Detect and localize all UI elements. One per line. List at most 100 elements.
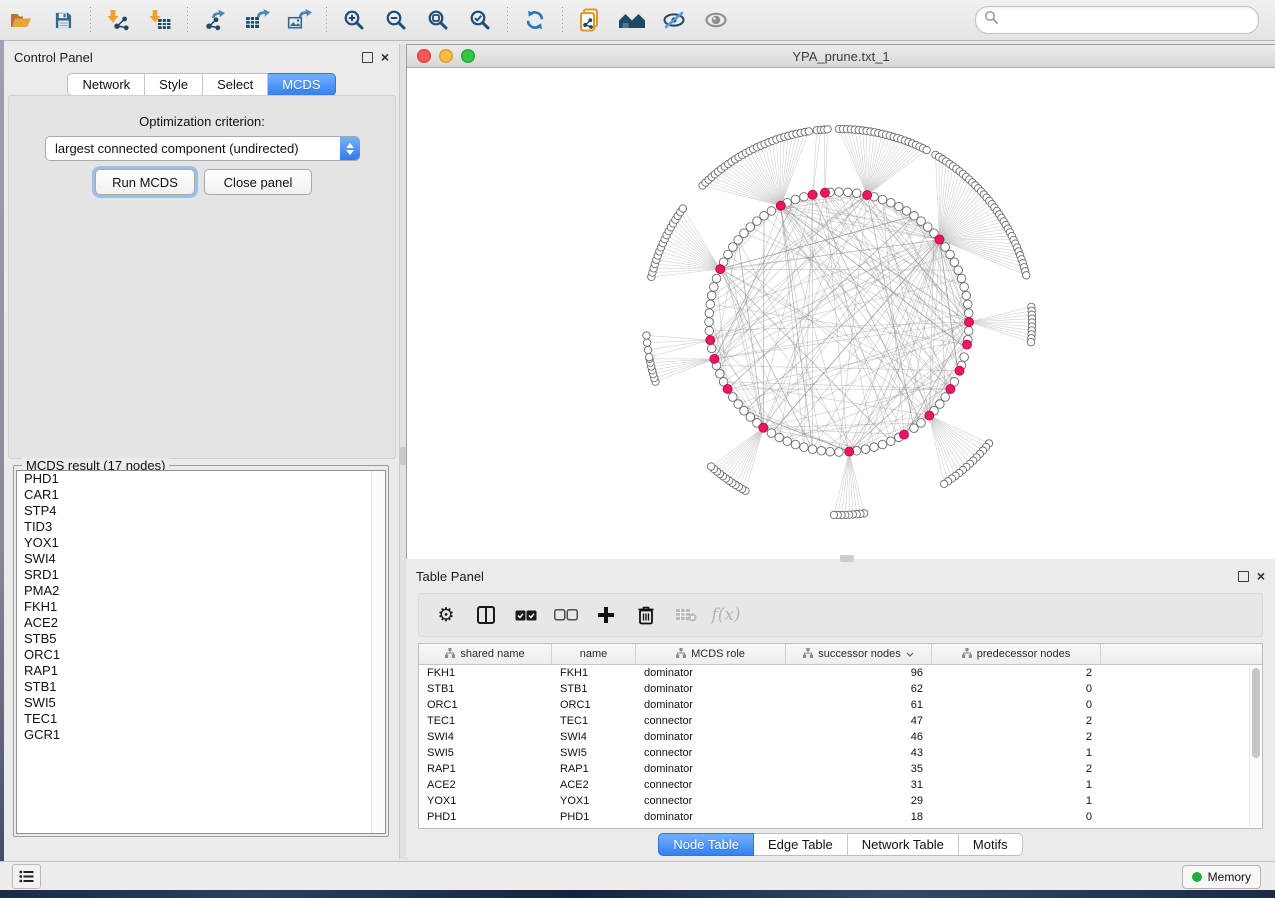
show-all-icon[interactable] bbox=[699, 5, 733, 35]
memory-button[interactable]: Memory bbox=[1182, 865, 1261, 889]
mcds-panel: Optimization criterion: largest connecte… bbox=[8, 95, 396, 459]
table-cell: SWI4 bbox=[552, 729, 636, 745]
column-header-shared-name[interactable]: shared name bbox=[419, 644, 552, 665]
dropdown-stepper-icon[interactable] bbox=[340, 137, 360, 160]
table-row[interactable]: STB1STB1dominator620 bbox=[419, 681, 1262, 697]
mcds-result-item[interactable]: STB1 bbox=[17, 679, 385, 695]
mcds-result-item[interactable]: ACE2 bbox=[17, 615, 385, 631]
export-table-icon[interactable] bbox=[240, 5, 274, 35]
node-table-header[interactable]: shared name name MCDS role successor nodesp… bbox=[419, 644, 1262, 665]
add-row-icon[interactable] bbox=[593, 602, 619, 628]
control-panel-title: Control Panel bbox=[14, 50, 93, 65]
column-header-MCDS-role[interactable]: MCDS role bbox=[636, 644, 786, 665]
import-table-icon[interactable] bbox=[143, 5, 177, 35]
node-table-body[interactable]: FKH1FKH1dominator962STB1STB1dominator620… bbox=[419, 665, 1262, 825]
tab-edge-table[interactable]: Edge Table bbox=[754, 833, 848, 856]
float-window-icon[interactable] bbox=[1238, 571, 1249, 582]
run-mcds-button[interactable]: Run MCDS bbox=[95, 169, 195, 195]
column-label: MCDS role bbox=[691, 648, 745, 660]
deselect-all-checkboxes-icon[interactable] bbox=[553, 602, 579, 628]
table-cell: STB1 bbox=[419, 681, 552, 697]
column-header-name[interactable]: name bbox=[552, 644, 636, 665]
mcds-result-item[interactable]: SWI5 bbox=[17, 695, 385, 711]
first-neighbors-icon[interactable] bbox=[615, 5, 649, 35]
column-selector-icon[interactable] bbox=[473, 602, 499, 628]
mcds-result-item[interactable]: PMA2 bbox=[17, 583, 385, 599]
sort-indicator-icon bbox=[906, 648, 914, 660]
tab-motifs[interactable]: Motifs bbox=[959, 833, 1023, 856]
mcds-result-item[interactable]: TEC1 bbox=[17, 711, 385, 727]
tab-select[interactable]: Select bbox=[203, 73, 268, 96]
network-canvas[interactable] bbox=[407, 68, 1274, 560]
mcds-result-item[interactable]: SRD1 bbox=[17, 567, 385, 583]
import-network-icon[interactable] bbox=[101, 5, 135, 35]
select-all-checkboxes-icon[interactable] bbox=[513, 602, 539, 628]
refresh-layout-icon[interactable] bbox=[518, 5, 552, 35]
delete-row-icon[interactable] bbox=[633, 602, 659, 628]
mcds-result-item[interactable]: FKH1 bbox=[17, 599, 385, 615]
network-window-title: YPA_prune.txt_1 bbox=[407, 49, 1275, 64]
scrollbar-thumb[interactable] bbox=[1252, 668, 1260, 758]
table-cell: 0 bbox=[932, 697, 1101, 713]
column-label: shared name bbox=[460, 648, 524, 660]
table-cell: dominator bbox=[636, 761, 786, 777]
float-window-icon[interactable] bbox=[362, 52, 373, 63]
table-row[interactable]: SWI5SWI5connector431 bbox=[419, 745, 1262, 761]
column-header-predecessor-nodes[interactable]: predecessor nodes bbox=[932, 644, 1101, 665]
tab-network[interactable]: Network bbox=[67, 73, 145, 96]
mcds-result-item[interactable]: GCR1 bbox=[17, 727, 385, 743]
table-settings-gear-icon[interactable]: ⚙ bbox=[433, 602, 459, 628]
table-cell: dominator bbox=[636, 681, 786, 697]
mcds-result-item[interactable]: CAR1 bbox=[17, 487, 385, 503]
search-field[interactable] bbox=[975, 6, 1259, 34]
mcds-result-item[interactable]: YOX1 bbox=[17, 535, 385, 551]
zoom-in-icon[interactable] bbox=[337, 5, 371, 35]
close-icon[interactable]: × bbox=[1257, 571, 1265, 581]
table-row[interactable]: SWI4SWI4dominator462 bbox=[419, 729, 1262, 745]
mcds-result-item[interactable]: STB5 bbox=[17, 631, 385, 647]
task-history-button[interactable] bbox=[12, 864, 41, 889]
table-row[interactable]: PHD1PHD1dominator180 bbox=[419, 809, 1262, 825]
table-cell: connector bbox=[636, 745, 786, 761]
export-network-icon[interactable] bbox=[198, 5, 232, 35]
open-session-icon[interactable] bbox=[4, 5, 38, 35]
zoom-selected-icon[interactable] bbox=[463, 5, 497, 35]
column-header-successor-nodes[interactable]: successor nodes bbox=[786, 644, 932, 665]
memory-status-icon bbox=[1192, 872, 1202, 882]
mcds-result-item[interactable]: STP4 bbox=[17, 503, 385, 519]
search-input[interactable] bbox=[1003, 12, 1258, 28]
mcds-result-list[interactable]: PHD1CAR1STP4TID3YOX1SWI4SRD1PMA2FKH1ACE2… bbox=[16, 470, 386, 834]
criterion-dropdown[interactable]: largest connected component (undirected) bbox=[45, 136, 360, 161]
table-row[interactable]: RAP1RAP1dominator352 bbox=[419, 761, 1262, 777]
close-icon[interactable]: × bbox=[381, 52, 389, 62]
network-window-titlebar[interactable]: YPA_prune.txt_1 bbox=[407, 45, 1275, 68]
mcds-result-item[interactable]: PHD1 bbox=[17, 471, 385, 487]
splitter-handle[interactable] bbox=[840, 555, 854, 562]
table-row[interactable]: YOX1YOX1connector291 bbox=[419, 793, 1262, 809]
export-image-icon[interactable] bbox=[282, 5, 316, 35]
close-panel-button[interactable]: Close panel bbox=[204, 169, 312, 195]
tab-style[interactable]: Style bbox=[145, 73, 203, 96]
zoom-out-icon[interactable] bbox=[379, 5, 413, 35]
tab-node-table[interactable]: Node Table bbox=[658, 833, 754, 856]
table-cell: 35 bbox=[786, 761, 932, 777]
mcds-result-item[interactable]: ORC1 bbox=[17, 647, 385, 663]
node-table[interactable]: shared name name MCDS role successor nodesp… bbox=[418, 643, 1263, 829]
mcds-result-item[interactable]: SWI4 bbox=[17, 551, 385, 567]
tab-mcds[interactable]: MCDS bbox=[268, 73, 335, 96]
control-panel-titlebar: Control Panel × bbox=[4, 44, 399, 70]
save-session-icon[interactable] bbox=[46, 5, 80, 35]
table-row[interactable]: TEC1TEC1connector472 bbox=[419, 713, 1262, 729]
table-row[interactable]: ACE2ACE2connector311 bbox=[419, 777, 1262, 793]
table-scrollbar[interactable] bbox=[1249, 665, 1261, 827]
table-row[interactable]: FKH1FKH1dominator962 bbox=[419, 665, 1262, 681]
mcds-list-scrollbar[interactable] bbox=[371, 471, 385, 833]
table-cell: FKH1 bbox=[419, 665, 552, 681]
zoom-fit-icon[interactable] bbox=[421, 5, 455, 35]
hide-selected-icon[interactable] bbox=[657, 5, 691, 35]
tab-network-table[interactable]: Network Table bbox=[848, 833, 959, 856]
table-row[interactable]: ORC1ORC1dominator610 bbox=[419, 697, 1262, 713]
mcds-result-item[interactable]: RAP1 bbox=[17, 663, 385, 679]
new-network-from-selection-icon[interactable] bbox=[573, 5, 607, 35]
mcds-result-item[interactable]: TID3 bbox=[17, 519, 385, 535]
